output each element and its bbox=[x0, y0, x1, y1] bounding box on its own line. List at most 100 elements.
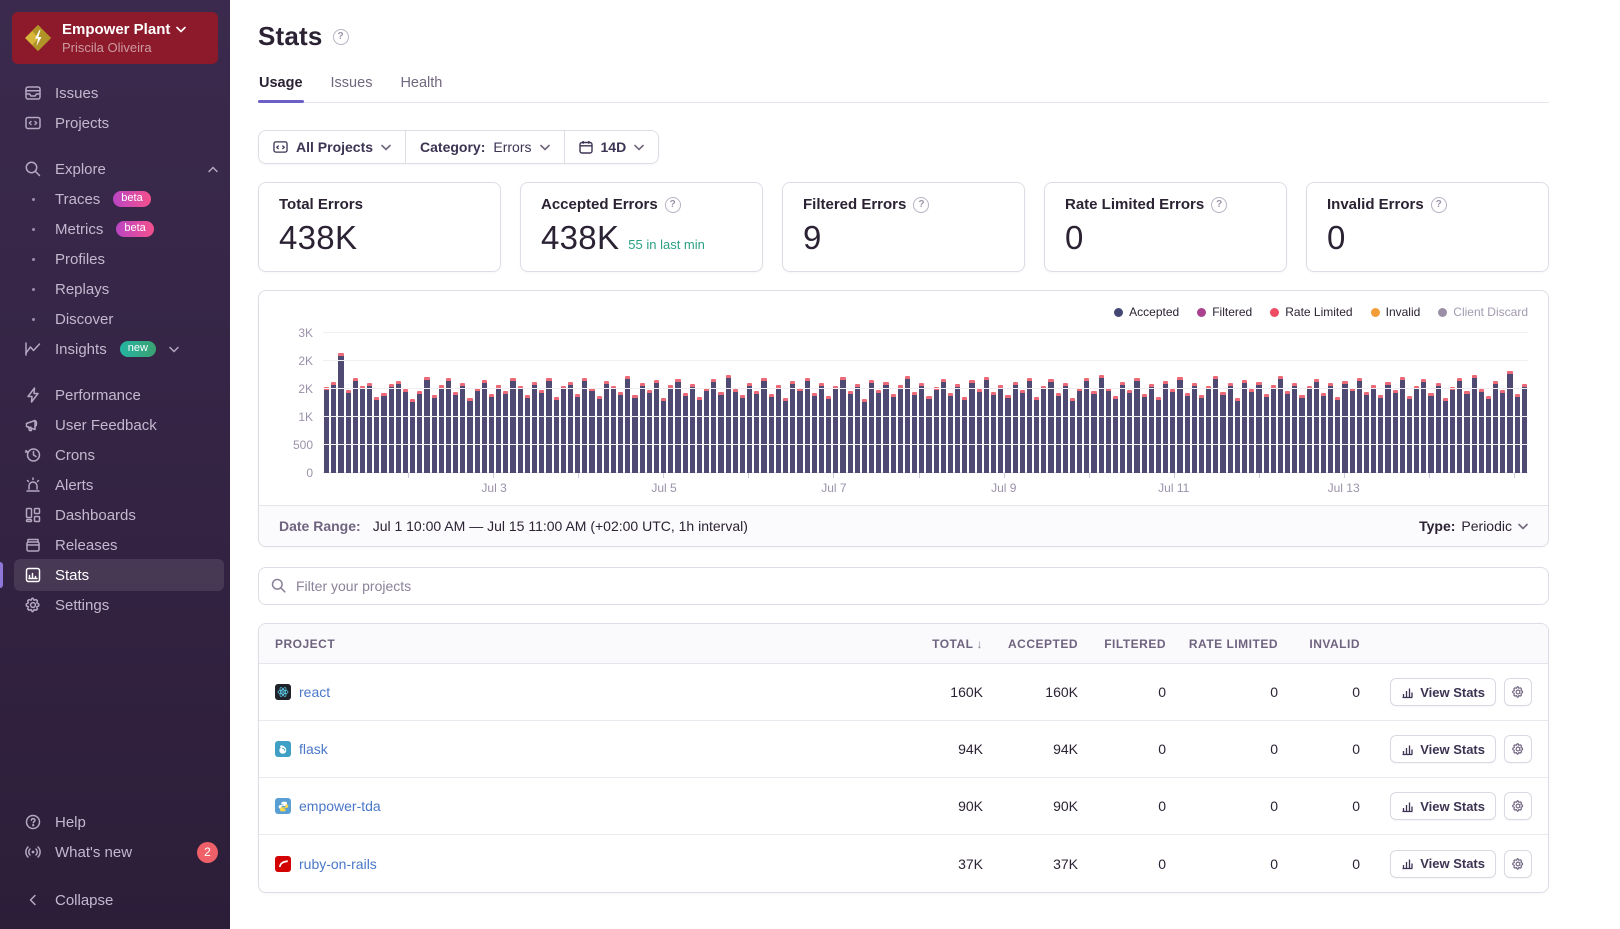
view-stats-button[interactable]: View Stats bbox=[1390, 792, 1496, 820]
sidebar-item-settings[interactable]: Settings bbox=[0, 590, 230, 620]
category-filter-dropdown[interactable]: Category: Errors bbox=[406, 131, 563, 163]
legend-dot-icon bbox=[1114, 308, 1123, 317]
chart-bar bbox=[640, 383, 645, 473]
legend-item-client-discard[interactable]: Client Discard bbox=[1438, 305, 1528, 319]
col-header-total[interactable]: Total↓ bbox=[865, 637, 983, 651]
chart-bar bbox=[482, 380, 487, 473]
chart-plot[interactable] bbox=[323, 333, 1528, 473]
help-icon[interactable]: ? bbox=[665, 197, 681, 213]
sidebar-item-explore[interactable]: Explore bbox=[0, 154, 230, 184]
tab-health[interactable]: Health bbox=[399, 75, 443, 102]
sidebar-item-performance[interactable]: Performance bbox=[0, 380, 230, 410]
chart-bar bbox=[704, 388, 709, 473]
sidebar-item-projects[interactable]: Projects bbox=[0, 108, 230, 138]
col-header-accepted[interactable]: Accepted bbox=[983, 637, 1078, 651]
chart-bar bbox=[1314, 379, 1319, 473]
chart-bar bbox=[1464, 391, 1469, 473]
chart-bar bbox=[998, 385, 1003, 473]
sidebar-item-whats-new[interactable]: What's new2 bbox=[0, 837, 230, 867]
project-settings-button[interactable] bbox=[1504, 850, 1532, 878]
date-range-dropdown[interactable]: 14D bbox=[565, 131, 659, 163]
cell-invalid: 0 bbox=[1278, 856, 1360, 872]
project-link[interactable]: empower-tda bbox=[299, 798, 381, 814]
bar-chart-icon bbox=[1401, 800, 1414, 813]
sidebar-item-metrics[interactable]: Metricsbeta bbox=[0, 214, 230, 244]
chart-bar bbox=[948, 393, 953, 473]
col-header-filtered[interactable]: Filtered bbox=[1078, 637, 1166, 651]
chart-bar bbox=[1493, 381, 1498, 473]
category-value: Errors bbox=[493, 139, 531, 155]
insights-icon bbox=[24, 340, 42, 358]
chart-bar bbox=[1070, 398, 1075, 473]
sidebar-item-issues[interactable]: Issues bbox=[0, 78, 230, 108]
chart-bar bbox=[912, 392, 917, 473]
chart-bar bbox=[475, 388, 480, 473]
cell-total: 94K bbox=[865, 741, 983, 757]
help-icon[interactable]: ? bbox=[913, 197, 929, 213]
sidebar-item-stats[interactable]: Stats bbox=[0, 560, 230, 590]
stat-card-label: Total Errors bbox=[279, 196, 363, 213]
filter-bar: All Projects Category: Errors 14D bbox=[258, 130, 659, 164]
org-switcher[interactable]: Empower Plant Priscila Oliveira bbox=[12, 12, 218, 64]
legend-item-filtered[interactable]: Filtered bbox=[1197, 305, 1252, 319]
org-user: Priscila Oliveira bbox=[62, 40, 186, 55]
sidebar-item-releases[interactable]: Releases bbox=[0, 530, 230, 560]
chart-bar bbox=[1285, 391, 1290, 473]
table-row-empower-tda: empower-tda90K90K000View Stats bbox=[259, 778, 1548, 835]
cell-rate-limited: 0 bbox=[1166, 684, 1278, 700]
sidebar-item-profiles[interactable]: Profiles bbox=[0, 244, 230, 274]
beta-badge: beta bbox=[116, 221, 153, 237]
chart-footer: Date Range: Jul 1 10:00 AM — Jul 15 11:0… bbox=[259, 505, 1548, 546]
search-input[interactable] bbox=[258, 567, 1549, 605]
sidebar-item-user-feedback[interactable]: User Feedback bbox=[0, 410, 230, 440]
cell-accepted: 160K bbox=[983, 684, 1078, 700]
help-icon[interactable]: ? bbox=[1211, 197, 1227, 213]
legend-item-rate-limited[interactable]: Rate Limited bbox=[1270, 305, 1352, 319]
page-help-icon[interactable]: ? bbox=[333, 29, 349, 45]
view-stats-button[interactable]: View Stats bbox=[1390, 850, 1496, 878]
sidebar-item-alerts[interactable]: Alerts bbox=[0, 470, 230, 500]
col-header-project[interactable]: Project bbox=[275, 637, 865, 651]
gear-icon bbox=[1511, 742, 1525, 756]
help-icon[interactable]: ? bbox=[1431, 197, 1447, 213]
chart-bar bbox=[934, 387, 939, 473]
legend-dot-icon bbox=[1371, 308, 1380, 317]
project-settings-button[interactable] bbox=[1504, 678, 1532, 706]
bullet-icon bbox=[24, 318, 42, 321]
sidebar-item-dashboards[interactable]: Dashboards bbox=[0, 500, 230, 530]
chart-bar bbox=[1472, 375, 1477, 473]
chart-bar bbox=[1177, 377, 1182, 473]
sidebar-item-collapse[interactable]: Collapse bbox=[0, 885, 230, 915]
chart-bar bbox=[439, 385, 444, 473]
chart-bar bbox=[632, 395, 637, 473]
sidebar-item-help[interactable]: Help bbox=[0, 807, 230, 837]
tab-issues[interactable]: Issues bbox=[330, 75, 374, 102]
y-axis-tick-label: 1K bbox=[298, 410, 313, 424]
sidebar-item-insights[interactable]: Insightsnew bbox=[0, 334, 230, 364]
sidebar-item-crons[interactable]: Crons bbox=[0, 440, 230, 470]
view-stats-button[interactable]: View Stats bbox=[1390, 735, 1496, 763]
chart-bar bbox=[1005, 395, 1010, 473]
sidebar-item-discover[interactable]: Discover bbox=[0, 304, 230, 334]
y-axis-tick-label: 2K bbox=[298, 382, 313, 396]
project-settings-button[interactable] bbox=[1504, 792, 1532, 820]
project-link[interactable]: flask bbox=[299, 741, 328, 757]
legend-item-accepted[interactable]: Accepted bbox=[1114, 305, 1179, 319]
sidebar-item-replays[interactable]: Replays bbox=[0, 274, 230, 304]
chart-bar bbox=[1385, 382, 1390, 473]
sidebar-item-traces[interactable]: Tracesbeta bbox=[0, 184, 230, 214]
stat-card: Invalid Errors?0 bbox=[1306, 182, 1549, 272]
bullet-icon bbox=[24, 228, 42, 231]
view-stats-button[interactable]: View Stats bbox=[1390, 678, 1496, 706]
project-link[interactable]: react bbox=[299, 684, 330, 700]
project-filter-dropdown[interactable]: All Projects bbox=[259, 131, 405, 163]
chart-bar bbox=[991, 392, 996, 473]
col-header-rate_limited[interactable]: Rate Limited bbox=[1166, 637, 1278, 651]
tab-usage[interactable]: Usage bbox=[258, 75, 304, 102]
chart-bar bbox=[604, 381, 609, 473]
col-header-invalid[interactable]: Invalid bbox=[1278, 637, 1360, 651]
project-link[interactable]: ruby-on-rails bbox=[299, 856, 377, 872]
legend-item-invalid[interactable]: Invalid bbox=[1371, 305, 1421, 319]
project-settings-button[interactable] bbox=[1504, 735, 1532, 763]
chart-type-dropdown[interactable]: Type: Periodic bbox=[1419, 518, 1528, 534]
